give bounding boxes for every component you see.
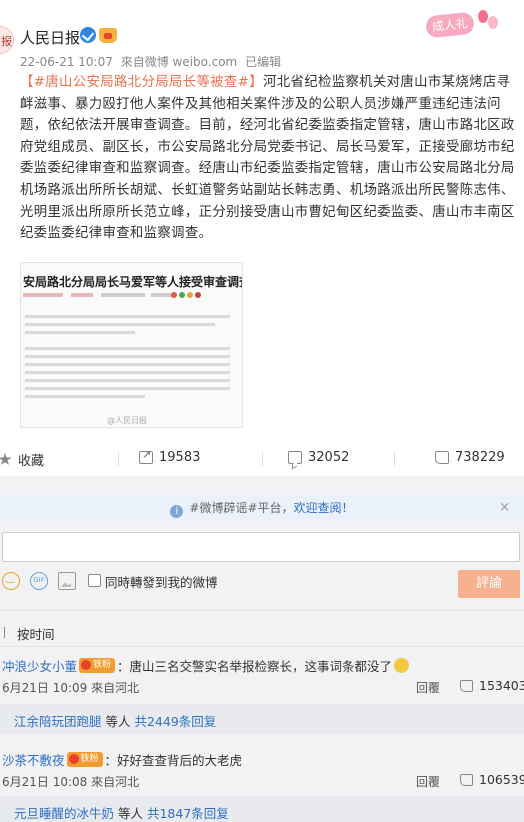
- author-name[interactable]: 人民日报: [20, 27, 80, 48]
- thumbnail-text-line: [25, 355, 230, 358]
- sort-by-time[interactable]: 按时间: [17, 624, 55, 643]
- replies-mid: 等人: [114, 806, 147, 821]
- replies-mid: 等人: [101, 714, 135, 729]
- divider: [0, 646, 524, 647]
- fan-badge[interactable]: 铁粉: [66, 752, 103, 767]
- badge-label: 成人礼: [424, 11, 476, 39]
- comment-like-button[interactable]: 153403: [460, 678, 524, 693]
- emoji-icon: [394, 658, 410, 673]
- comment-like-count: 106539: [479, 772, 524, 787]
- thumbnail-text-line: [25, 315, 230, 318]
- repost-button[interactable]: 19583: [139, 448, 201, 465]
- like-count: 738229: [455, 450, 505, 465]
- balloon-icon: [488, 16, 498, 29]
- composer-tools: GIF 同時轉發到我的微博: [0, 572, 524, 596]
- replies-summary[interactable]: 元旦睡醒的冰牛奶 等人 共1847条回复: [0, 796, 524, 822]
- share-dot-icon: [171, 292, 177, 298]
- replies-user[interactable]: 元旦睡醒的冰牛奶: [14, 806, 114, 821]
- repost-checkbox-label[interactable]: 同時轉發到我的微博: [105, 572, 218, 591]
- verified-icon: [80, 27, 96, 43]
- post-edited[interactable]: 已编辑: [245, 55, 281, 69]
- share-dot-icon: [187, 292, 193, 298]
- favorite-label: 收藏: [18, 454, 45, 469]
- thumbnail-text-line: [25, 363, 230, 366]
- thumbs-up-icon: [460, 773, 473, 786]
- thumbnail-text-line: [25, 371, 230, 374]
- thumbnail-text-line: [25, 379, 230, 382]
- comment-time: 6月21日 10:08 來自河北: [2, 775, 140, 789]
- thumbnail-text-line: [25, 387, 230, 390]
- replies-user[interactable]: 江余陪玩团跑腿: [14, 714, 102, 729]
- avatar[interactable]: 报: [0, 26, 14, 54]
- favorite-button[interactable]: 收藏: [0, 450, 44, 469]
- thumbnail-title: 安局路北分局局长马爱军等人接受审查调查: [23, 275, 243, 289]
- post-meta: 22-06-21 10:07 來自微博 weibo.com 已编辑: [20, 53, 285, 70]
- comment-line: 冲浪少女小董 铁粉 ：唐山三名交警实名举报检察长，这事词条都没了: [2, 656, 410, 675]
- repost-count: 19583: [159, 450, 201, 465]
- replies-count[interactable]: 共2449条回复: [134, 714, 216, 729]
- notice-link[interactable]: 欢迎查阅！: [294, 501, 354, 515]
- rumor-notice: i #微博辟谣#平台，欢迎查阅！ ×: [0, 495, 524, 521]
- replies-count[interactable]: 共1847条回复: [147, 806, 229, 821]
- close-icon[interactable]: ×: [499, 495, 510, 521]
- like-button[interactable]: 738229: [435, 450, 505, 465]
- divider: [262, 452, 263, 466]
- thumbnail-text-line: [25, 395, 145, 398]
- member-crown-icon[interactable]: [99, 28, 117, 43]
- topic-link[interactable]: 【#唐山公安局路北分局局长等被查#】: [20, 75, 263, 90]
- star-icon: [0, 453, 12, 465]
- reply-button[interactable]: 回覆: [416, 773, 440, 790]
- post-timestamp[interactable]: 22-06-21 10:07: [20, 55, 113, 69]
- reply-button[interactable]: 回覆: [416, 679, 440, 696]
- sort-separator: [4, 627, 5, 638]
- comment-text: ：好好查查背后的大老虎: [104, 753, 243, 768]
- comment-user[interactable]: 冲浪少女小董: [2, 656, 77, 675]
- comment-text: ：唐山三名交警实名举报检察长，这事词条都没了: [117, 659, 393, 674]
- repost-icon: [139, 448, 153, 464]
- coming-of-age-badge[interactable]: 成人礼: [424, 10, 498, 40]
- comment-count: 32052: [308, 450, 350, 465]
- fan-badge[interactable]: 铁粉: [79, 658, 116, 673]
- divider: [0, 610, 524, 611]
- post-body-text: 河北省纪检监察机关对唐山市某烧烤店寻衅滋事、暴力殴打他人案件及其他相关案件涉及的…: [20, 75, 515, 242]
- post-image[interactable]: 安局路北分局局长马爱军等人接受审查调查 @人民日报: [20, 262, 243, 428]
- comment-like-button[interactable]: 106539: [460, 772, 524, 787]
- thumbnail-meta-line: [23, 293, 223, 297]
- thumbnail-text-line: [25, 323, 215, 326]
- thumbnail-text-line: [25, 347, 230, 350]
- avatar-glyph: 报: [1, 35, 12, 48]
- comment-user[interactable]: 沙茶不敷夜: [2, 750, 65, 769]
- divider: [118, 452, 119, 466]
- comment-like-count: 153403: [479, 678, 524, 693]
- share-dot-icon: [179, 292, 185, 298]
- gif-icon[interactable]: GIF: [30, 572, 48, 590]
- thumbs-up-icon: [435, 451, 449, 464]
- comment-input[interactable]: [2, 532, 520, 562]
- comment-button[interactable]: 32052: [288, 450, 349, 465]
- replies-summary[interactable]: 江余陪玩团跑腿 等人 共2449条回复: [0, 704, 524, 734]
- thumbs-up-icon: [460, 679, 473, 692]
- post-header: 报 人民日报 22-06-21 10:07 來自微博 weibo.com 已编辑…: [0, 0, 524, 72]
- comment-time: 6月21日 10:09 來自河北: [2, 681, 140, 695]
- emoji-icon[interactable]: [2, 572, 20, 590]
- thumbnail-text-line: [25, 331, 135, 334]
- divider: [394, 452, 395, 466]
- repost-checkbox[interactable]: [88, 574, 101, 587]
- submit-comment-button[interactable]: 評論: [458, 570, 520, 598]
- thumbnail-watermark: @人民日报: [107, 416, 147, 425]
- info-icon: i: [170, 505, 184, 518]
- post-body: 【#唐山公安局路北分局局长等被查#】河北省纪检监察机关对唐山市某烧烤店寻衅滋事、…: [20, 72, 518, 245]
- comment-icon: [288, 451, 302, 464]
- comment-section: i #微博辟谣#平台，欢迎查阅！ × GIF 同時轉發到我的微博 評論 按时间 冲…: [0, 476, 524, 822]
- comment-line: 沙茶不敷夜 铁粉 ：好好查查背后的大老虎: [2, 750, 242, 769]
- image-icon[interactable]: [58, 572, 76, 590]
- notice-text: #微博辟谣#平台，: [189, 501, 294, 515]
- post-source: 來自微博 weibo.com: [120, 55, 238, 69]
- share-dot-icon: [195, 292, 201, 298]
- balloon-icon: [478, 10, 488, 23]
- action-bar: 收藏 19583 32052 738229: [0, 440, 524, 476]
